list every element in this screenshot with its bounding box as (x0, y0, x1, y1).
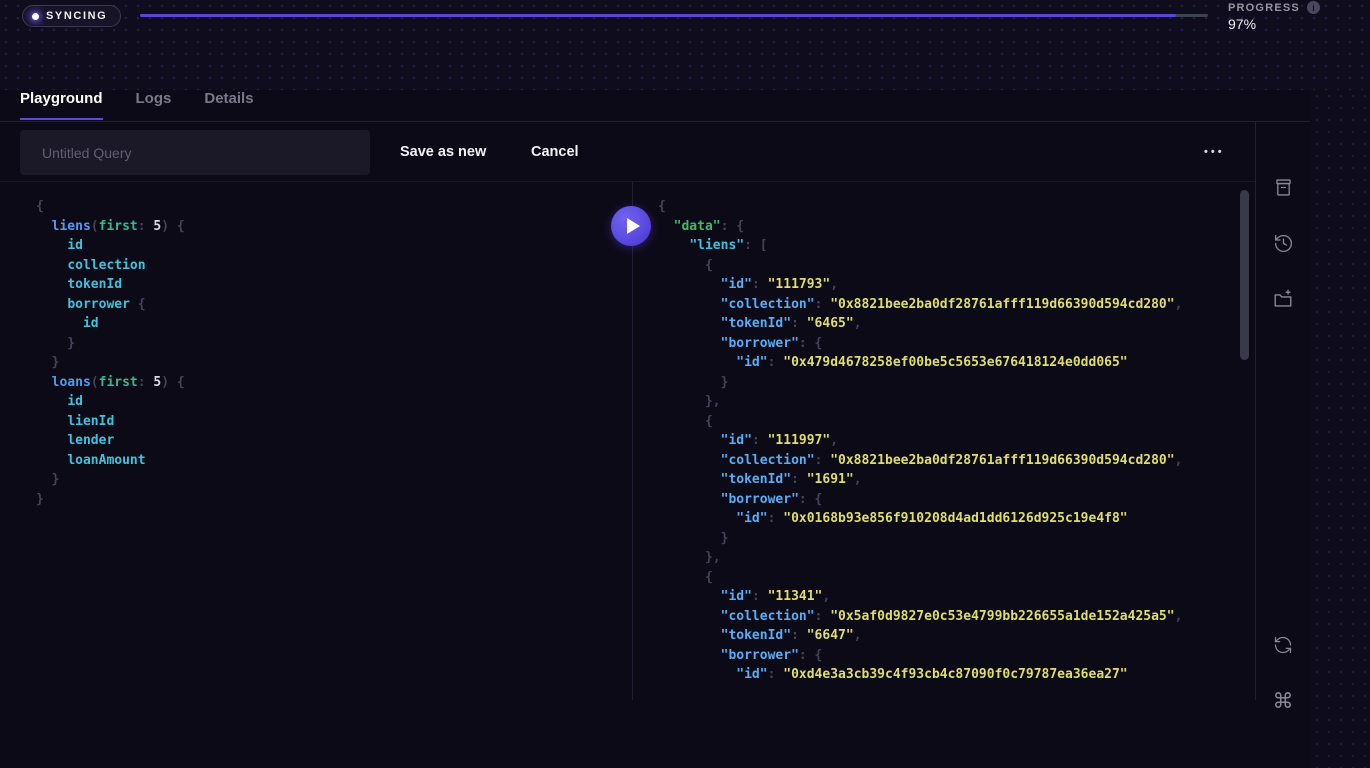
code-line: "id": "11341", (658, 587, 1255, 607)
new-folder-icon[interactable] (1269, 285, 1297, 313)
result-code: { "data": { "liens": [ { "id": "111793",… (633, 182, 1255, 685)
progress-label: PROGRESS (1228, 2, 1300, 14)
save-query-icon[interactable] (1269, 173, 1297, 201)
play-icon (627, 218, 640, 234)
query-code: { liens(first: 5) { id collection tokenI… (0, 182, 632, 509)
sync-status-label: SYNCING (46, 10, 107, 22)
code-line: "tokenId": "6465", (658, 314, 1255, 334)
result-scrollbar-thumb[interactable] (1240, 190, 1249, 360)
keyboard-shortcuts-icon[interactable]: ⌘ (1269, 687, 1297, 715)
cancel-button[interactable]: Cancel (531, 144, 579, 160)
code-line: "data": { (658, 217, 1255, 237)
code-line: liens(first: 5) { (36, 217, 632, 237)
code-line: } (36, 353, 632, 373)
code-line: "borrower": { (658, 334, 1255, 354)
code-line: "id": "111997", (658, 431, 1255, 451)
tab-logs[interactable]: Logs (136, 90, 172, 120)
save-as-new-button[interactable]: Save as new (400, 144, 486, 160)
main-panel: Playground Logs Details Save as new Cancel… (0, 90, 1310, 700)
code-line: } (36, 334, 632, 354)
tab-bar: Playground Logs Details (0, 90, 1310, 122)
code-line: "collection": "0x8821bee2ba0df28761afff1… (658, 451, 1255, 471)
sync-status-badge: SYNCING (22, 5, 121, 27)
tab-playground[interactable]: Playground (20, 90, 103, 120)
sync-progress-fill (140, 14, 1176, 17)
info-icon[interactable]: i (1307, 1, 1320, 14)
code-line: { (658, 197, 1255, 217)
sync-progress-bar (140, 14, 1208, 17)
query-name-input[interactable] (20, 130, 370, 175)
code-line: "borrower": { (658, 646, 1255, 666)
more-options-button[interactable]: ••• (1204, 146, 1225, 158)
code-line: } (658, 373, 1255, 393)
right-margin (1311, 90, 1370, 768)
code-line: id (36, 314, 632, 334)
code-line: loanAmount (36, 451, 632, 471)
header: SYNCING PROGRESS i 97% (0, 0, 1370, 90)
code-line: } (36, 470, 632, 490)
code-line: loans(first: 5) { (36, 373, 632, 393)
run-query-button[interactable] (611, 206, 651, 246)
code-line: "collection": "0x5af0d9827e0c53e4799bb22… (658, 607, 1255, 627)
code-line: { (658, 412, 1255, 432)
code-line: tokenId (36, 275, 632, 295)
code-line: "borrower": { (658, 490, 1255, 510)
code-line: id (36, 392, 632, 412)
code-line: "tokenId": "6647", (658, 626, 1255, 646)
code-line: "id": "111793", (658, 275, 1255, 295)
code-line: lienId (36, 412, 632, 432)
code-line: "id": "0x0168b93e856f910208d4ad1dd6126d9… (658, 509, 1255, 529)
history-icon[interactable] (1269, 229, 1297, 257)
code-line: collection (36, 256, 632, 276)
tab-details[interactable]: Details (204, 90, 253, 120)
code-line: { (658, 256, 1255, 276)
progress-info: PROGRESS i 97% (1228, 1, 1320, 32)
code-line: id (36, 236, 632, 256)
code-line: } (36, 490, 632, 510)
sync-dot-icon (32, 13, 39, 20)
code-line: borrower { (36, 295, 632, 315)
code-line: "liens": [ (658, 236, 1255, 256)
code-line: } (658, 529, 1255, 549)
code-line: lender (36, 431, 632, 451)
code-line: }, (658, 548, 1255, 568)
code-line: "tokenId": "1691", (658, 470, 1255, 490)
code-line: { (36, 197, 632, 217)
refresh-icon[interactable] (1269, 631, 1297, 659)
icon-rail: ⌘ (1255, 122, 1310, 700)
progress-value: 97% (1228, 16, 1320, 32)
code-line: "id": "0xd4e3a3cb39c4f93cb4c87090f0c7978… (658, 665, 1255, 685)
code-line: { (658, 568, 1255, 588)
code-line: "collection": "0x8821bee2ba0df28761afff1… (658, 295, 1255, 315)
query-toolbar: Save as new Cancel ••• (0, 122, 1255, 182)
code-line: "id": "0x479d4678258ef00be5c5653e6764181… (658, 353, 1255, 373)
code-line: }, (658, 392, 1255, 412)
query-editor[interactable]: { liens(first: 5) { id collection tokenI… (0, 182, 633, 700)
result-viewer[interactable]: { "data": { "liens": [ { "id": "111793",… (633, 182, 1255, 700)
